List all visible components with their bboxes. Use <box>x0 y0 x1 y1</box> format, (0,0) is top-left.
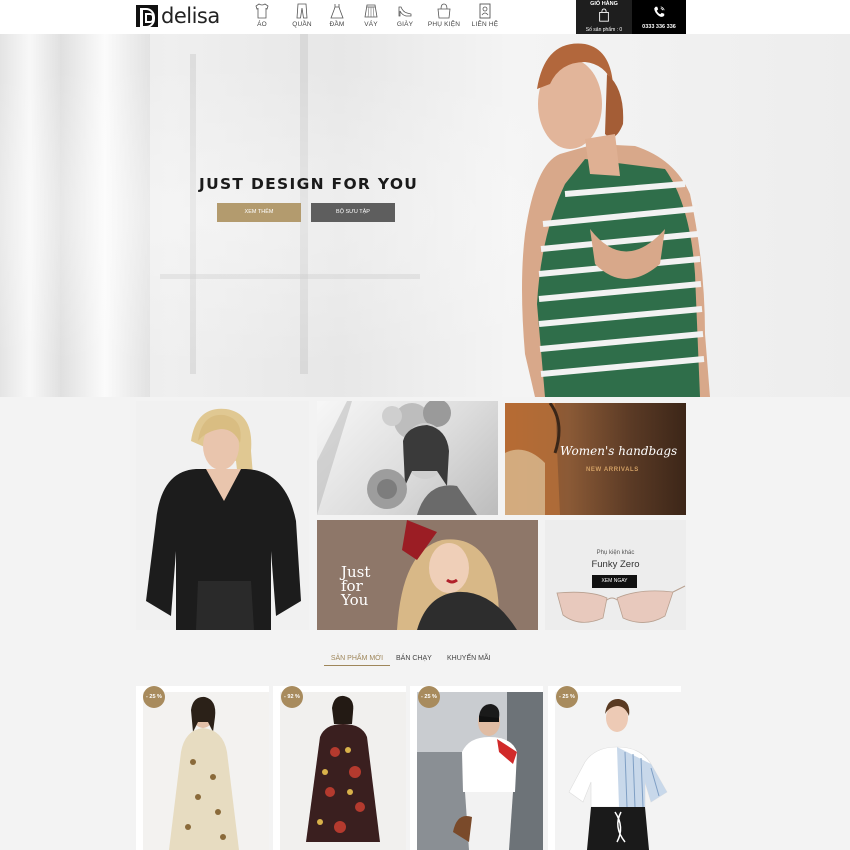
dress-icon <box>330 4 344 19</box>
product-card[interactable] <box>410 686 543 850</box>
site-header: delisa ÁO QUẦN ĐẦM VÁY GIÀY PHỤ KIỆN LIÊ… <box>0 0 850 34</box>
tab-new-products[interactable]: SẢN PHẨM MỚI <box>324 655 390 666</box>
shirt-icon <box>255 3 269 19</box>
view-more-button[interactable]: XEM THÊM <box>217 203 301 222</box>
nav-item-ao[interactable]: ÁO <box>250 0 274 34</box>
collection-button[interactable]: BỘ SƯU TẬP <box>311 203 395 222</box>
nav-item-phu-kien[interactable]: PHỤ KIỆN <box>424 0 464 34</box>
shopping-bag-icon <box>599 8 609 22</box>
product-card[interactable] <box>548 686 681 850</box>
product-image <box>417 692 543 850</box>
nav-item-lien-he[interactable]: LIÊN HỆ <box>468 0 502 34</box>
model-photo <box>146 408 301 630</box>
nav-label: ĐẦM <box>329 21 345 28</box>
tab-best-sellers[interactable]: BÁN CHẠY <box>396 655 432 662</box>
promo-banner-handbags[interactable]: Women's handbags NEW ARRIVALS <box>505 403 686 515</box>
discount-badge: - 25 % <box>556 686 578 708</box>
discount-badge: - 25 % <box>418 686 440 708</box>
hero-banner: JUST DESIGN FOR YOU XEM THÊM BỘ SƯU TẬP <box>0 34 850 397</box>
nav-item-dam[interactable]: ĐẦM <box>322 0 352 34</box>
product-card[interactable] <box>273 686 406 850</box>
nav-label: LIÊN HỆ <box>471 21 499 28</box>
nav-label: GIÀY <box>396 21 414 28</box>
cart-count: Số sản phẩm : 0 <box>585 27 623 33</box>
nav-label: VÁY <box>364 21 378 28</box>
nav-item-giay[interactable]: GIÀY <box>388 0 422 34</box>
just-for-you-text: Just for You <box>341 563 371 609</box>
discount-badge: - 25 % <box>143 686 165 708</box>
curtain-shape <box>0 34 850 397</box>
handbags-subtitle: NEW ARRIVALS <box>586 467 639 473</box>
promo-banner-floral[interactable] <box>317 401 498 515</box>
handbags-title: Women's handbags <box>560 444 678 458</box>
nav-item-vay[interactable]: VÁY <box>354 0 388 34</box>
hero-title: JUST DESIGN FOR YOU <box>199 175 419 193</box>
phone-icon <box>654 6 665 17</box>
logo[interactable]: delisa <box>136 4 220 28</box>
nav-label: PHỤ KIỆN <box>427 21 461 28</box>
sunglasses-image <box>556 585 686 623</box>
model-photo <box>522 43 710 397</box>
bag-icon <box>437 3 451 19</box>
nav-label: QUẦN <box>292 21 312 28</box>
skirt-icon <box>364 4 378 18</box>
phone-button[interactable]: 0333 336 336 <box>632 0 686 34</box>
model-photo <box>505 403 561 515</box>
shoe-icon <box>398 6 412 17</box>
cart-title: GIỎ HÀNG <box>590 1 618 7</box>
pants-icon <box>296 3 308 19</box>
main-nav: ÁO QUẦN ĐẦM VÁY GIÀY PHỤ KIỆN LIÊN HỆ <box>250 0 502 34</box>
contact-book-icon <box>479 3 491 19</box>
logo-mark-icon <box>136 5 158 28</box>
product-image <box>555 692 681 850</box>
nav-label: ÁO <box>257 21 267 28</box>
model-photo <box>317 401 477 515</box>
logo-text: delisa <box>161 4 220 28</box>
promo-banner-just-for-you[interactable]: Just for You <box>317 520 538 630</box>
product-image <box>280 692 406 850</box>
product-image <box>143 692 269 850</box>
product-tabs: SẢN PHẨM MỚI BÁN CHẠY KHUYẾN MÃI <box>0 655 850 669</box>
tab-promotions[interactable]: KHUYẾN MÃI <box>447 655 491 662</box>
discount-badge: - 92 % <box>281 686 303 708</box>
page: delisa ÁO QUẦN ĐẦM VÁY GIÀY PHỤ KIỆN LIÊ… <box>0 0 850 850</box>
promo-banner-sweater[interactable] <box>136 401 309 630</box>
phone-number: 0333 336 336 <box>642 24 676 30</box>
promo-banner-accessories[interactable]: Phụ kiện khác Funky Zero XEM NGAY <box>545 520 686 630</box>
cart-button[interactable]: GIỎ HÀNG Số sản phẩm : 0 <box>576 0 632 34</box>
product-card[interactable] <box>136 686 269 850</box>
nav-item-quan[interactable]: QUẦN <box>282 0 322 34</box>
